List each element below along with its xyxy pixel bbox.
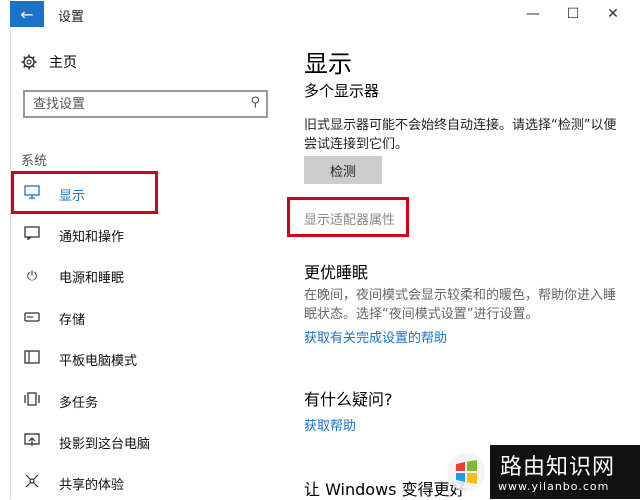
window-title: 设置 — [58, 10, 85, 25]
close-button[interactable]: ✕ — [598, 3, 628, 25]
project-icon — [21, 433, 43, 451]
sidebar-item-label: 平板电脑模式 — [59, 353, 138, 369]
maximize-icon: ☐ — [566, 6, 580, 22]
sleep-heading: 更优睡眠 — [304, 263, 369, 282]
sidebar-item-label: 投影到这台电脑 — [59, 436, 151, 452]
windows-better-heading: 让 Windows 变得更好 — [304, 480, 466, 499]
search-box[interactable]: ⚲ — [23, 90, 268, 118]
sidebar-item-notifications[interactable]: 通知和操作 — [11, 219, 279, 251]
sidebar-item-label: 多任务 — [59, 395, 99, 411]
sidebar-home[interactable]: 主页 — [21, 52, 77, 72]
question-heading: 有什么疑问? — [304, 390, 393, 409]
close-icon: ✕ — [607, 6, 619, 22]
sidebar-item-label: 共享的体验 — [59, 477, 125, 493]
home-label: 主页 — [49, 55, 77, 71]
back-button[interactable]: ← — [10, 1, 44, 27]
search-input[interactable] — [25, 92, 251, 116]
sleep-description: 在晚间，夜间模式会显示较柔和的暖色，帮助你进入睡眠状态。选择“夜间模式设置”进行… — [304, 288, 617, 322]
setup-help-link[interactable]: 获取有关完成设置的帮助 — [304, 327, 447, 346]
watermark-title: 路由知识网 — [500, 455, 616, 480]
power-icon: ⏻ — [26, 268, 38, 284]
title-bar: ← 设置 — ☐ ✕ — [0, 0, 640, 30]
notification-icon — [21, 226, 43, 244]
sidebar-item-storage[interactable]: 存储 — [11, 302, 279, 334]
sidebar-item-power[interactable]: ⏻ 电源和睡眠 — [11, 260, 279, 292]
detect-button[interactable]: 检测 — [304, 156, 382, 184]
sidebar-item-label: 电源和睡眠 — [59, 270, 125, 286]
multitask-icon — [21, 392, 43, 410]
windows-logo-icon — [447, 453, 485, 491]
sidebar: 主页 ⚲ 系统 显示 通知和操作 ⏻ 电源和睡眠 存储 平板电脑模式 — [10, 30, 279, 499]
back-arrow-icon: ← — [20, 4, 34, 24]
multi-display-heading: 多个显示器 — [304, 82, 380, 100]
sidebar-item-label: 存储 — [59, 312, 86, 328]
minimize-icon: — — [526, 6, 540, 22]
page-title: 显示 — [304, 50, 352, 78]
tablet-icon — [21, 350, 43, 368]
search-icon: ⚲ — [250, 95, 260, 110]
share-icon — [21, 474, 43, 492]
highlight-box-display — [11, 171, 158, 214]
maximize-button[interactable]: ☐ — [558, 3, 588, 25]
sidebar-item-shared-experiences[interactable]: 共享的体验 — [11, 467, 279, 499]
display-adapter-properties-link[interactable]: 显示适配器属性 — [304, 209, 395, 228]
watermark-url: www.yilanbo.com — [498, 480, 610, 493]
sidebar-item-label: 通知和操作 — [59, 229, 125, 245]
multi-display-description: 旧式显示器可能不会始终自动连接。请选择“检测”以便尝试连接到它们。 — [304, 118, 617, 152]
minimize-button[interactable]: — — [518, 3, 548, 25]
sidebar-item-tablet[interactable]: 平板电脑模式 — [11, 343, 279, 375]
storage-icon — [21, 311, 43, 326]
get-help-link[interactable]: 获取帮助 — [304, 415, 356, 434]
gear-icon — [21, 54, 37, 70]
section-label-system: 系统 — [21, 154, 48, 169]
sidebar-item-multitask[interactable]: 多任务 — [11, 385, 279, 417]
sidebar-item-project[interactable]: 投影到这台电脑 — [11, 426, 279, 458]
